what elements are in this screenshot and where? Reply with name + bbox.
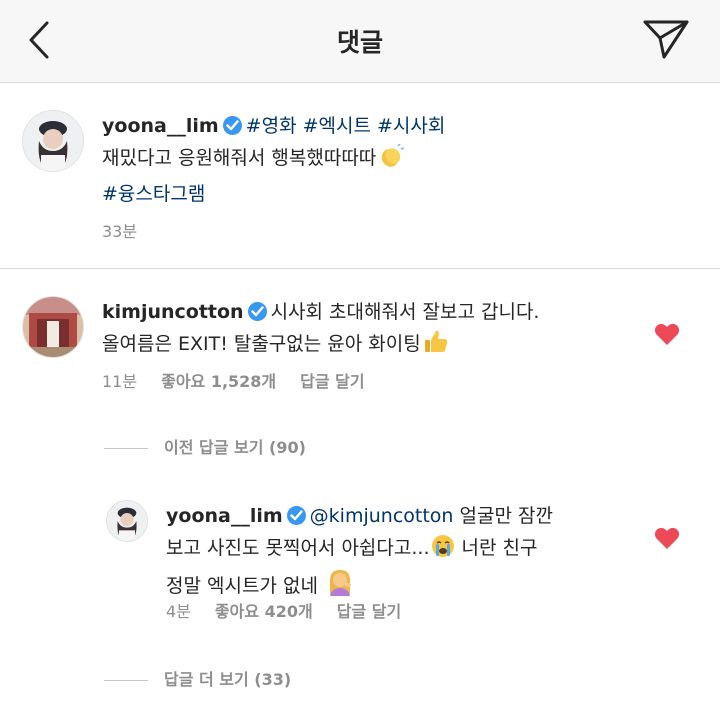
reply-body-line1: 얼굴만 잠깐 [459,505,553,527]
verified-badge-icon [247,302,267,321]
comment-text: kimjuncotton 시사회 초대해줘서 잘보고 갑니다. 올여름은 EXIT… [102,296,642,364]
view-previous-replies[interactable]: 이전 답글 보기 (90) [104,434,306,458]
caption-meta: 33분 [102,218,161,242]
divider [0,268,720,269]
reply-meta: 4분 좋아요 420개 답글 달기 [166,598,425,622]
avatar[interactable] [22,110,84,172]
heart-icon[interactable] [654,322,680,346]
reply-button[interactable]: 답글 달기 [337,602,401,621]
mention-link[interactable]: @kimjuncotton [310,505,454,527]
thread-line [104,448,148,449]
comment-timestamp: 11분 [102,372,138,391]
likes-count[interactable]: 좋아요 1,528개 [161,372,276,391]
caption-hashtags[interactable]: #영화 #엑시트 #시사회 [246,115,446,137]
reply-text: yoona__lim @kimjuncotton 얼굴만 잠깐 보고 사진도 못찍… [166,500,636,606]
header-bar: 댓글 [0,0,720,83]
reply-body-line2: 보고 사진도 못찍어서 아쉽다고... [166,537,430,559]
crying-face-icon [431,534,455,568]
caption-username[interactable]: yoona__lim [102,115,219,137]
caption-text: yoona__lim #영화 #엑시트 #시사회 재밌다고 응원해줘서 행복했따따… [102,110,662,210]
reply-body-line3: 정말 엑시트가 없네 [166,575,318,597]
comment-meta: 11분 좋아요 1,528개 답글 달기 [102,368,389,392]
avatar-photo [23,111,83,171]
reply-timestamp: 4분 [166,602,191,621]
avatar[interactable] [22,296,84,358]
view-more-replies-label: 답글 더 보기 (33) [164,670,292,689]
verified-badge-icon [222,116,242,135]
verified-badge-icon [286,506,306,525]
thumbs-up-icon [423,328,449,364]
caption-body: 재밌다고 응원해줘서 행복했따따따 [102,147,377,169]
comment-body-line2: 올여름은 EXIT! 탈출구없는 윤아 화이팅 [102,333,421,355]
heart-icon[interactable] [654,526,680,550]
thread-line [104,680,148,681]
likes-count[interactable]: 좋아요 420개 [215,602,313,621]
avatar-photo [23,297,83,357]
view-previous-replies-label: 이전 답글 보기 (90) [164,438,306,457]
avatar-photo [107,501,147,541]
clapping-hands-icon [378,143,405,178]
comment-body-line1: 시사회 초대해줘서 잘보고 갑니다. [270,301,540,323]
paper-plane-icon[interactable] [642,18,690,60]
view-more-replies[interactable]: 답글 더 보기 (33) [104,666,291,690]
caption-timestamp: 33분 [102,222,138,241]
reply-body-line2-rest: 너란 친구 [461,537,538,559]
comment-username[interactable]: kimjuncotton [102,301,244,323]
avatar[interactable] [106,500,148,542]
page-title: 댓글 [336,28,383,57]
reply-username[interactable]: yoona__lim [166,505,283,527]
reply-button[interactable]: 답글 달기 [300,372,364,391]
caption-hashtag-2[interactable]: #융스타그램 [102,183,205,205]
